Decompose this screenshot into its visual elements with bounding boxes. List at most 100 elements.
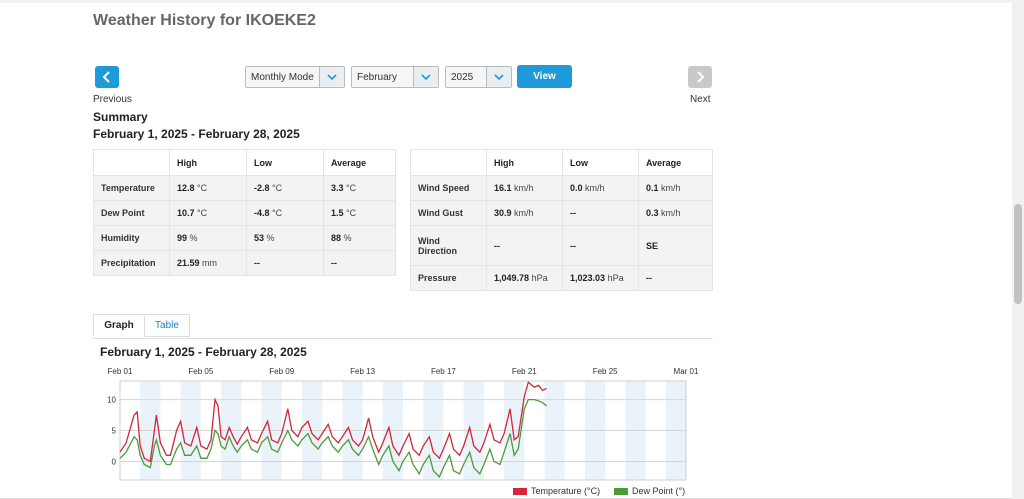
cell-low: 0.0 km/h <box>562 175 639 201</box>
x-tick-label: Mar 01 <box>674 367 699 376</box>
cell-avg: 0.3 km/h <box>638 200 713 226</box>
cell-unit: °C <box>346 208 357 218</box>
cell-value: 30.9 <box>494 208 512 218</box>
cell-low: -4.8 °C <box>246 200 324 226</box>
cell-high: 10.7 °C <box>169 200 247 226</box>
row-label: Wind Gust <box>410 200 487 226</box>
scrollbar-thumb[interactable] <box>1014 204 1022 304</box>
x-tick-label: Feb 21 <box>512 367 537 376</box>
cell-unit: km/h <box>514 208 534 218</box>
legend-dew-point[interactable]: Dew Point (°) <box>614 486 685 496</box>
table-header-blank <box>93 149 170 176</box>
cell-unit: hPa <box>607 273 624 283</box>
cell-value: -- <box>570 208 576 218</box>
cell-value: 12.8 <box>177 183 195 193</box>
cell-value: 10.7 <box>177 208 195 218</box>
cell-avg: -- <box>323 250 396 276</box>
cell-avg: 1.5 °C <box>323 200 396 226</box>
row-label: Pressure <box>410 265 487 291</box>
cell-low: 1,023.03 hPa <box>562 265 639 291</box>
cell-value: 1,049.78 <box>494 273 530 283</box>
cell-unit: km/h <box>661 183 681 193</box>
cell-avg: 88 % <box>323 225 396 251</box>
table-row: Temperature 12.8 °C -2.8 °C 3.3 °C <box>93 175 396 201</box>
chevron-left-icon <box>102 71 110 83</box>
cell-value: 1,023.03 <box>570 273 606 283</box>
cell-value: -- <box>331 258 337 268</box>
row-label: Humidity <box>93 225 170 251</box>
table-row: Wind Gust 30.9 km/h -- 0.3 km/h <box>410 200 713 226</box>
x-tick-label: Feb 25 <box>593 367 618 376</box>
cell-unit: mm <box>202 258 218 268</box>
row-label: Wind Speed <box>410 175 487 201</box>
row-label: Wind Direction <box>410 225 487 266</box>
table-header-average: Average <box>638 149 713 176</box>
cell-value: 53 <box>254 233 265 243</box>
cell-high: -- <box>486 225 563 266</box>
legend-swatch-dew-point <box>614 487 628 495</box>
previous-label[interactable]: Previous <box>93 94 132 105</box>
cell-unit: °C <box>197 183 208 193</box>
table-header-high: High <box>169 149 247 176</box>
tab-table[interactable]: Table <box>145 314 190 337</box>
cell-low: -2.8 °C <box>246 175 324 201</box>
cell-unit: km/h <box>585 183 605 193</box>
cell-avg: 3.3 °C <box>323 175 396 201</box>
cell-value: 3.3 <box>331 183 344 193</box>
cell-value: -- <box>494 240 500 251</box>
table-header-low: Low <box>562 149 639 176</box>
chevron-down-icon <box>319 67 344 87</box>
row-label: Temperature <box>93 175 170 201</box>
cell-high: 1,049.78 hPa <box>486 265 563 291</box>
y-tick-label: 5 <box>112 427 117 436</box>
page-title: Weather History for IKOEKE2 <box>93 12 316 29</box>
summary-date-range: February 1, 2025 - February 28, 2025 <box>93 127 300 141</box>
tab-graph[interactable]: Graph <box>93 314 145 337</box>
view-button[interactable]: View <box>517 65 572 88</box>
next-button[interactable] <box>688 66 712 88</box>
cell-value: -- <box>570 240 576 251</box>
y-tick-label: 10 <box>107 396 116 405</box>
mode-select-value: Monthly Mode <box>251 71 314 83</box>
month-select[interactable]: February <box>351 66 439 88</box>
chevron-right-icon <box>697 71 705 83</box>
legend-label-temperature: Temperature (°C) <box>531 486 601 496</box>
view-tabs: Graph Table <box>93 314 713 339</box>
table-header-blank <box>410 149 487 176</box>
table-row: Wind Direction -- -- SE <box>410 225 713 266</box>
cell-low: -- <box>562 225 639 266</box>
chevron-down-icon <box>413 67 438 87</box>
cell-unit: % <box>266 233 275 243</box>
table-header-high: High <box>486 149 563 176</box>
legend-temperature[interactable]: Temperature (°C) <box>513 486 600 496</box>
year-select-value: 2025 <box>451 71 474 83</box>
weather-line-chart: 0 5 10 Feb 01 Feb 05 Feb 09 Feb 13 Feb 17 Feb 21… <box>107 367 699 481</box>
cell-high: 12.8 °C <box>169 175 247 201</box>
year-select[interactable]: 2025 <box>445 66 512 88</box>
cell-high: 99 % <box>169 225 247 251</box>
cell-value: 16.1 <box>494 183 512 193</box>
chevron-down-icon <box>486 67 511 87</box>
vertical-scrollbar[interactable] <box>1012 0 1024 499</box>
cell-unit: % <box>343 233 352 243</box>
cell-high: 30.9 km/h <box>486 200 563 226</box>
cell-value: -4.8 <box>254 208 270 218</box>
mode-select[interactable]: Monthly Mode <box>245 66 345 88</box>
table-row: Pressure 1,049.78 hPa 1,023.03 hPa -- <box>410 265 713 291</box>
table-row: Precipitation 21.59 mm -- -- <box>93 250 396 276</box>
cell-value: -- <box>646 273 652 283</box>
cell-unit: hPa <box>531 273 548 283</box>
legend-swatch-temperature <box>513 487 527 495</box>
x-tick-label: Feb 01 <box>108 367 133 376</box>
cell-unit: °C <box>346 183 357 193</box>
next-label[interactable]: Next <box>690 94 711 105</box>
cell-low: -- <box>562 200 639 226</box>
cell-avg: SE <box>638 225 713 266</box>
table-header-low: Low <box>246 149 324 176</box>
cell-value: SE <box>646 240 659 251</box>
cell-value: -- <box>254 258 260 268</box>
previous-button[interactable] <box>95 66 119 88</box>
cell-low: -- <box>246 250 324 276</box>
cell-value: -2.8 <box>254 183 270 193</box>
table-header-average: Average <box>323 149 396 176</box>
